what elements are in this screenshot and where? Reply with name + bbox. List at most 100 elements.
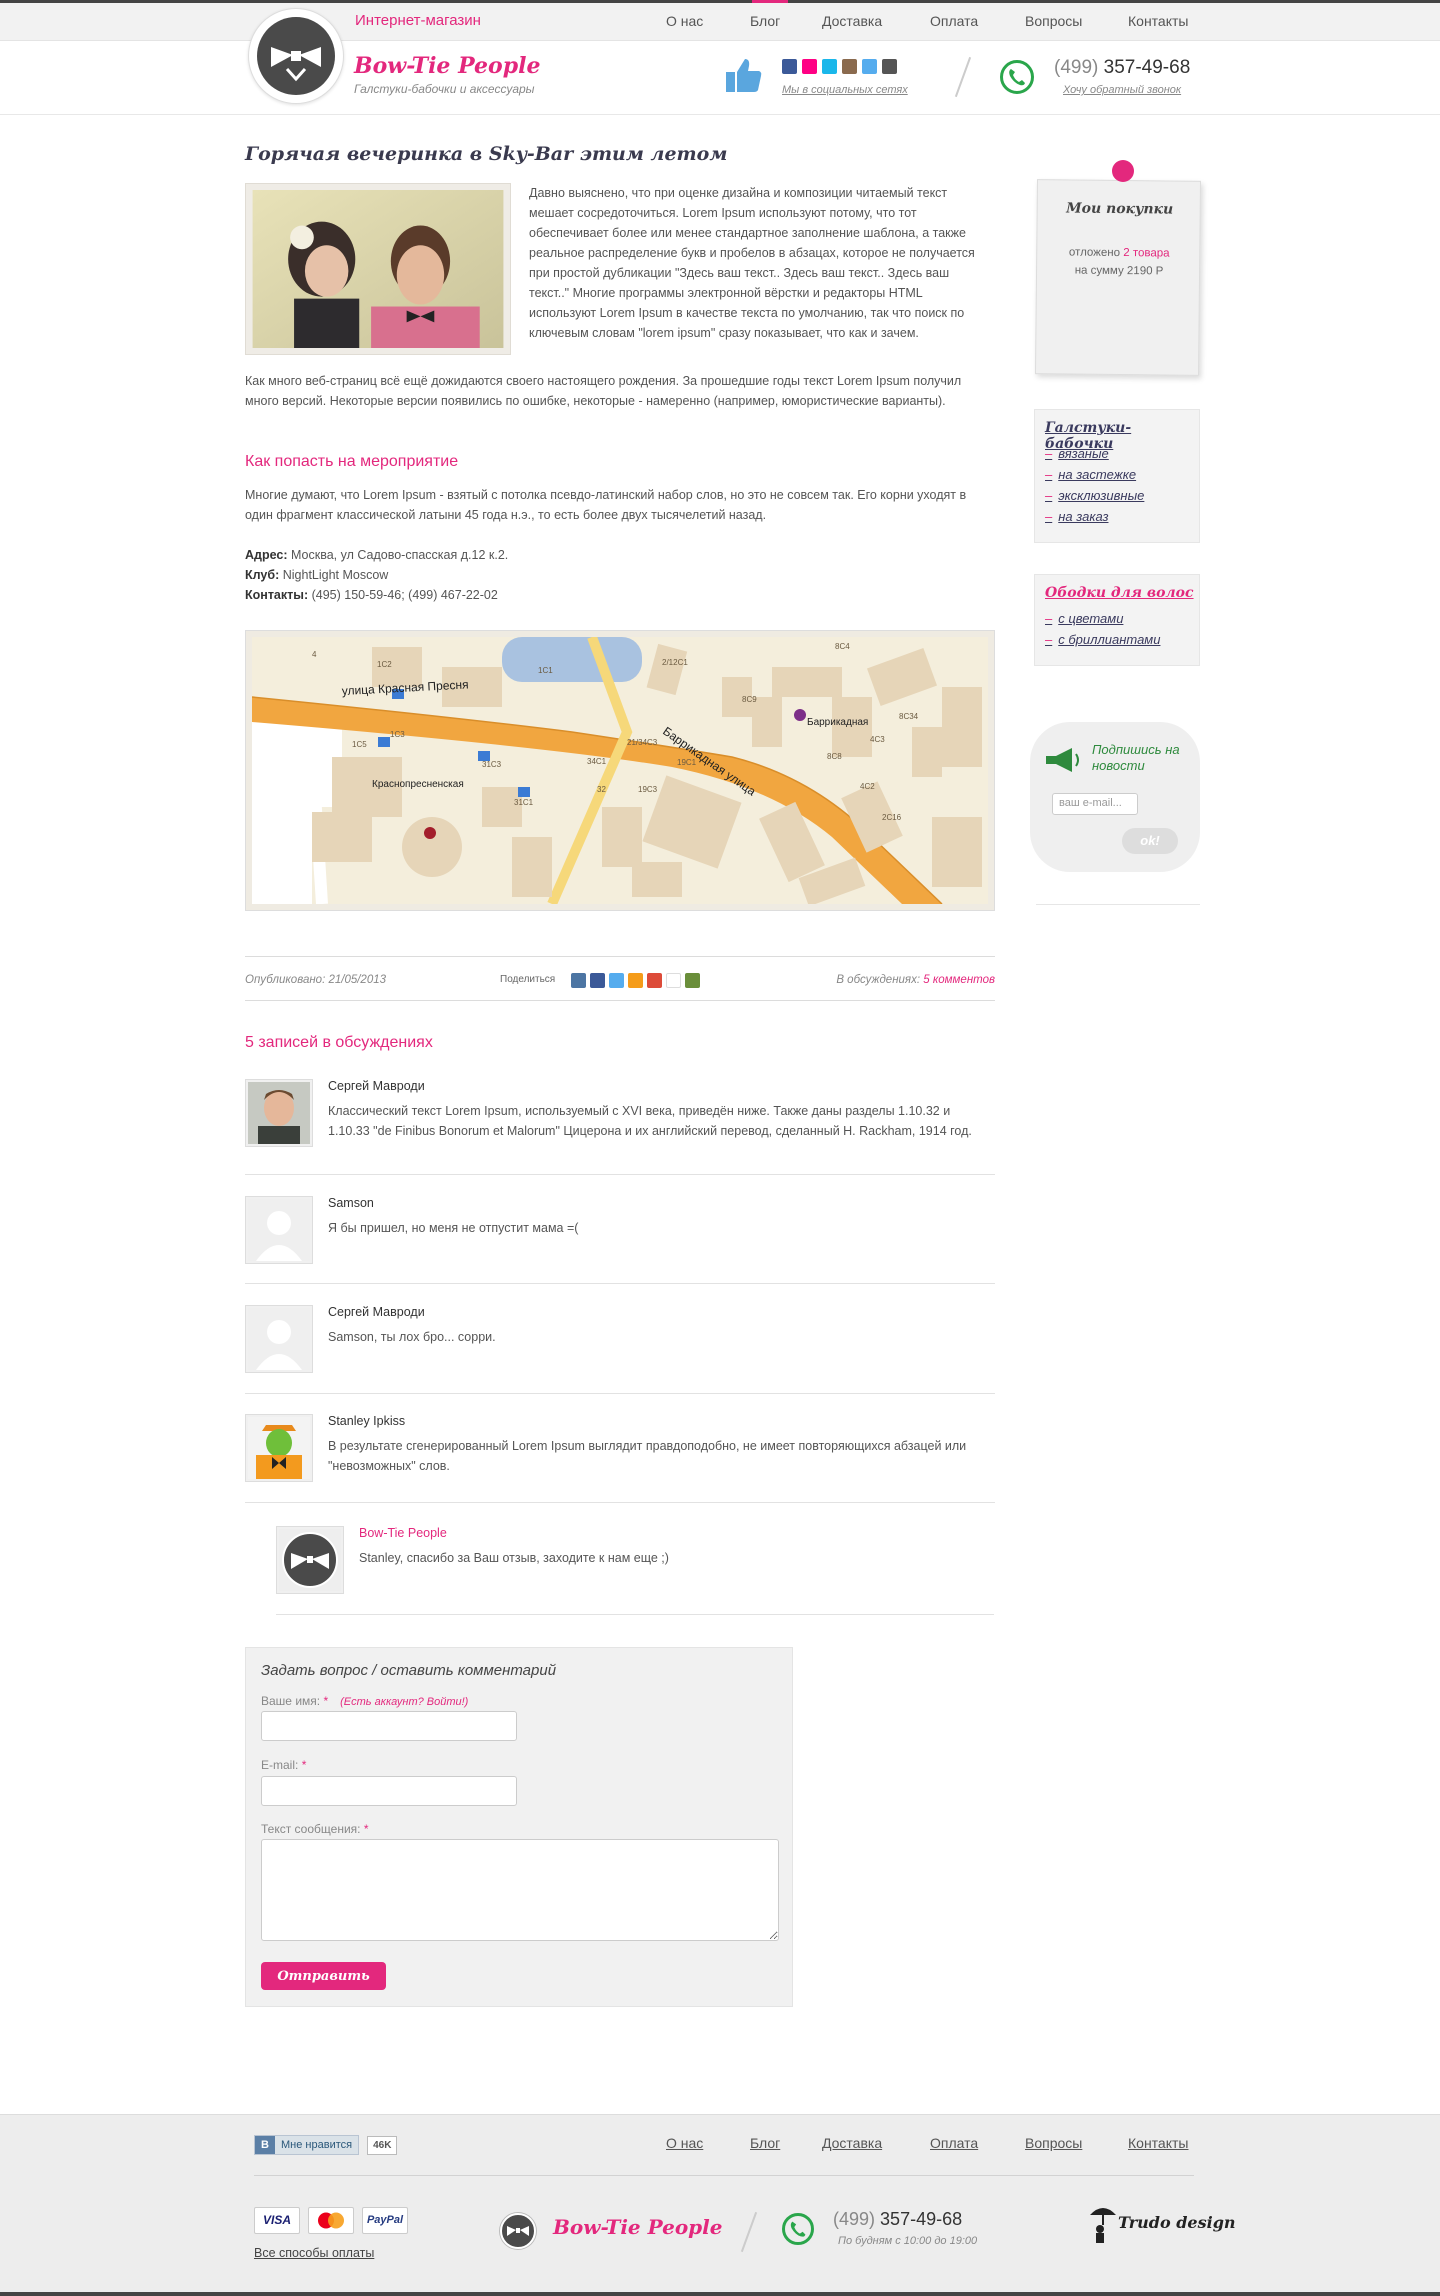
map-label: 31C3 xyxy=(482,760,502,769)
footer-brand[interactable]: Bow-Tie People xyxy=(553,2215,723,2239)
vk-icon[interactable] xyxy=(571,973,586,988)
social-icons xyxy=(782,59,897,74)
facebook-icon[interactable] xyxy=(590,973,605,988)
google-plus-icon[interactable] xyxy=(882,59,897,74)
category-item[interactable]: – с цветами xyxy=(1045,611,1123,626)
avatar xyxy=(245,1079,313,1147)
comment-divider xyxy=(245,1174,995,1175)
nav-delivery[interactable]: Доставка xyxy=(822,13,882,29)
contacts-value: (495) 150-59-46; (499) 467-22-02 xyxy=(311,588,498,602)
nav-payment[interactable]: Оплата xyxy=(930,13,978,29)
dash-icon: – xyxy=(1045,446,1053,461)
cart-card[interactable]: Мои покупки отложено 2 товара на сумму 2… xyxy=(1034,179,1202,376)
required-mark: * xyxy=(363,1822,369,1836)
megaphone-icon xyxy=(1046,748,1079,772)
message-textarea[interactable] xyxy=(261,1839,779,1941)
name-label: Ваше имя: * (Есть аккаунт? Войти!) xyxy=(261,1694,468,1708)
avatar xyxy=(276,1526,344,1594)
cart-count[interactable]: 2 товара xyxy=(1123,247,1169,259)
category-item-label: на заказ xyxy=(1058,509,1109,524)
twitter-icon[interactable] xyxy=(862,59,877,74)
comment-author: Сергей Мавроди xyxy=(328,1079,425,1093)
vk-like-label: Мне нравится xyxy=(281,2139,353,2151)
brand-name[interactable]: Bow-Tie People xyxy=(354,53,540,79)
category-item[interactable]: – на застежке xyxy=(1045,467,1136,482)
bow-tie-logo-icon xyxy=(257,17,335,95)
vimeo-icon[interactable] xyxy=(822,59,837,74)
comment-author: Сергей Мавроди xyxy=(328,1305,425,1319)
google-plus-icon[interactable] xyxy=(647,973,662,988)
dash-icon: – xyxy=(1045,611,1053,626)
runner-icon[interactable] xyxy=(666,973,681,988)
post-title: Горячая вечеринка в Sky-Bar этим летом xyxy=(245,143,728,165)
map-label: 19C1 xyxy=(677,758,697,767)
odnoklassniki-icon[interactable] xyxy=(628,973,643,988)
event-map[interactable]: 1C2 1C1 2/12C1 8C4 8C9 8C34 1C3 1C5 31C3… xyxy=(245,630,995,911)
footer-nav-blog[interactable]: Блог xyxy=(750,2135,780,2151)
logo[interactable] xyxy=(248,8,344,104)
comment-form: Задать вопрос / оставить комментарий Ваш… xyxy=(245,1647,793,2007)
payment-cards: VISA PayPal xyxy=(254,2207,408,2234)
name-label-text: Ваше имя: xyxy=(261,1694,321,1708)
nav-blog[interactable]: Блог xyxy=(750,13,780,29)
avatar xyxy=(245,1414,313,1482)
category-item[interactable]: – вязаные xyxy=(1045,446,1109,461)
footer-nav-delivery[interactable]: Доставка xyxy=(822,2135,882,2151)
login-link[interactable]: (Есть аккаунт? Войти!) xyxy=(340,1696,468,1708)
category-title[interactable]: Ободки для волос xyxy=(1045,585,1194,601)
map-label: 4C2 xyxy=(860,782,875,791)
nav-contacts[interactable]: Контакты xyxy=(1128,13,1188,29)
subscribe-ok-button[interactable]: ok! xyxy=(1122,828,1178,854)
social-caption[interactable]: Мы в социальных сетях xyxy=(782,84,908,96)
cart-sum: на сумму 2190 Р xyxy=(1074,264,1164,278)
map-label: 8C8 xyxy=(827,752,842,761)
nav-about[interactable]: О нас xyxy=(666,13,703,29)
subscribe-email-input[interactable]: ваш e-mail... xyxy=(1052,793,1138,815)
footer-divider xyxy=(254,2175,1194,2176)
mailru-icon[interactable] xyxy=(685,973,700,988)
vk-like-count: 46K xyxy=(367,2135,398,2155)
footer-nav-questions[interactable]: Вопросы xyxy=(1025,2135,1082,2151)
visa-icon: VISA xyxy=(254,2207,300,2234)
map-label: 4C3 xyxy=(870,735,885,744)
twitter-icon[interactable] xyxy=(609,973,624,988)
shop-label: Интернет-магазин xyxy=(355,12,481,29)
category-item[interactable]: – эксклюзивные xyxy=(1045,488,1144,503)
facebook-icon[interactable] xyxy=(782,59,797,74)
cart-title: Мои покупки xyxy=(1066,200,1174,218)
phone-icon xyxy=(782,2213,814,2245)
studio-logo[interactable]: Trudo design xyxy=(1118,2215,1236,2231)
category-item-label: эксклюзивные xyxy=(1058,488,1145,503)
footer-nav-payment[interactable]: Оплата xyxy=(930,2135,978,2151)
email-input[interactable] xyxy=(261,1776,517,1806)
instagram-icon[interactable] xyxy=(842,59,857,74)
map-canvas[interactable]: 1C2 1C1 2/12C1 8C4 8C9 8C34 1C3 1C5 31C3… xyxy=(252,637,988,904)
comment-text: В результате сгенерированный Lorem Ipsum… xyxy=(328,1439,967,1473)
footer-nav-about[interactable]: О нас xyxy=(666,2135,703,2151)
category-item[interactable]: – на заказ xyxy=(1045,509,1108,524)
comment-author: Stanley Ipkiss xyxy=(328,1414,406,1428)
callback-link[interactable]: Хочу обратный звонок xyxy=(1063,84,1181,96)
category-item[interactable]: – с бриллиантами xyxy=(1045,632,1160,647)
avatar-photo xyxy=(248,1417,310,1479)
required-mark: * xyxy=(301,1758,307,1772)
comment-divider xyxy=(245,1393,995,1394)
category-headbands: Ободки для волос – с цветами – с бриллиант… xyxy=(1034,574,1200,666)
footer-logo-icon[interactable] xyxy=(500,2213,536,2249)
submit-button[interactable]: Отправить xyxy=(261,1962,386,1990)
footer-nav-contacts[interactable]: Контакты xyxy=(1128,2135,1188,2151)
name-input[interactable] xyxy=(261,1711,517,1741)
paypal-icon: PayPal xyxy=(362,2207,408,2234)
category-item-label: вязаные xyxy=(1058,446,1109,461)
vk-like-button[interactable]: В Мне нравится xyxy=(254,2135,360,2155)
map-label: 32 xyxy=(597,785,606,794)
pin-icon xyxy=(1112,160,1134,182)
map-label: 1C5 xyxy=(352,740,367,749)
comments-link[interactable]: 5 комментов xyxy=(923,974,995,986)
flickr-icon[interactable] xyxy=(802,59,817,74)
map-label: 19C3 xyxy=(638,785,658,794)
default-avatar-icon xyxy=(248,1199,310,1261)
nav-questions[interactable]: Вопросы xyxy=(1025,13,1082,29)
phone-number: 357-49-68 xyxy=(1103,57,1191,78)
all-payments-link[interactable]: Все способы оплаты xyxy=(254,2246,374,2260)
